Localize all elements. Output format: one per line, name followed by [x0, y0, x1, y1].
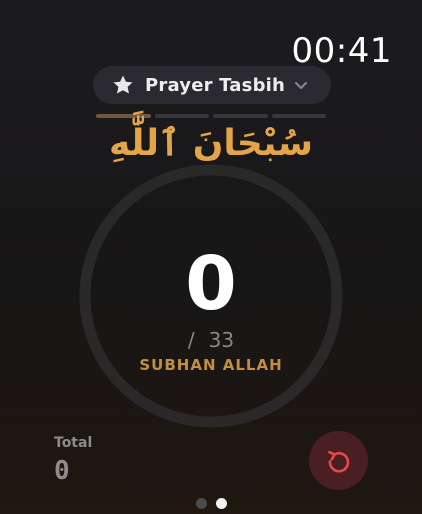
progress-segment [154, 114, 209, 118]
target-value: 33 [208, 328, 235, 352]
status-time: 00:41 [291, 31, 392, 71]
dhikr-arabic-text: سُبْحَانَ ٱللَّٰهِ [109, 123, 313, 164]
reset-button[interactable] [309, 431, 368, 490]
dhikr-count: 0 [185, 241, 237, 327]
dhikr-picker-label: Prayer Tasbih [145, 74, 286, 96]
star-icon [113, 75, 133, 94]
page-indicator [196, 498, 227, 509]
progress-segment [213, 114, 268, 118]
dhikr-target: / 33 [0, 328, 422, 352]
dhikr-name: SUBHAN ALLAH [139, 356, 283, 374]
progress-segment [96, 114, 151, 118]
progress-segment [271, 114, 326, 118]
dhikr-picker[interactable]: Prayer Tasbih [93, 66, 331, 104]
chevron-down-icon [295, 82, 308, 89]
reset-icon [327, 450, 349, 473]
page-dot[interactable] [196, 498, 207, 509]
page-dot-active[interactable] [216, 498, 227, 509]
dhikr-progress-segments [96, 114, 326, 118]
total-value: 0 [54, 456, 70, 486]
total-label: Total [54, 435, 93, 451]
target-slash: / [187, 328, 195, 352]
